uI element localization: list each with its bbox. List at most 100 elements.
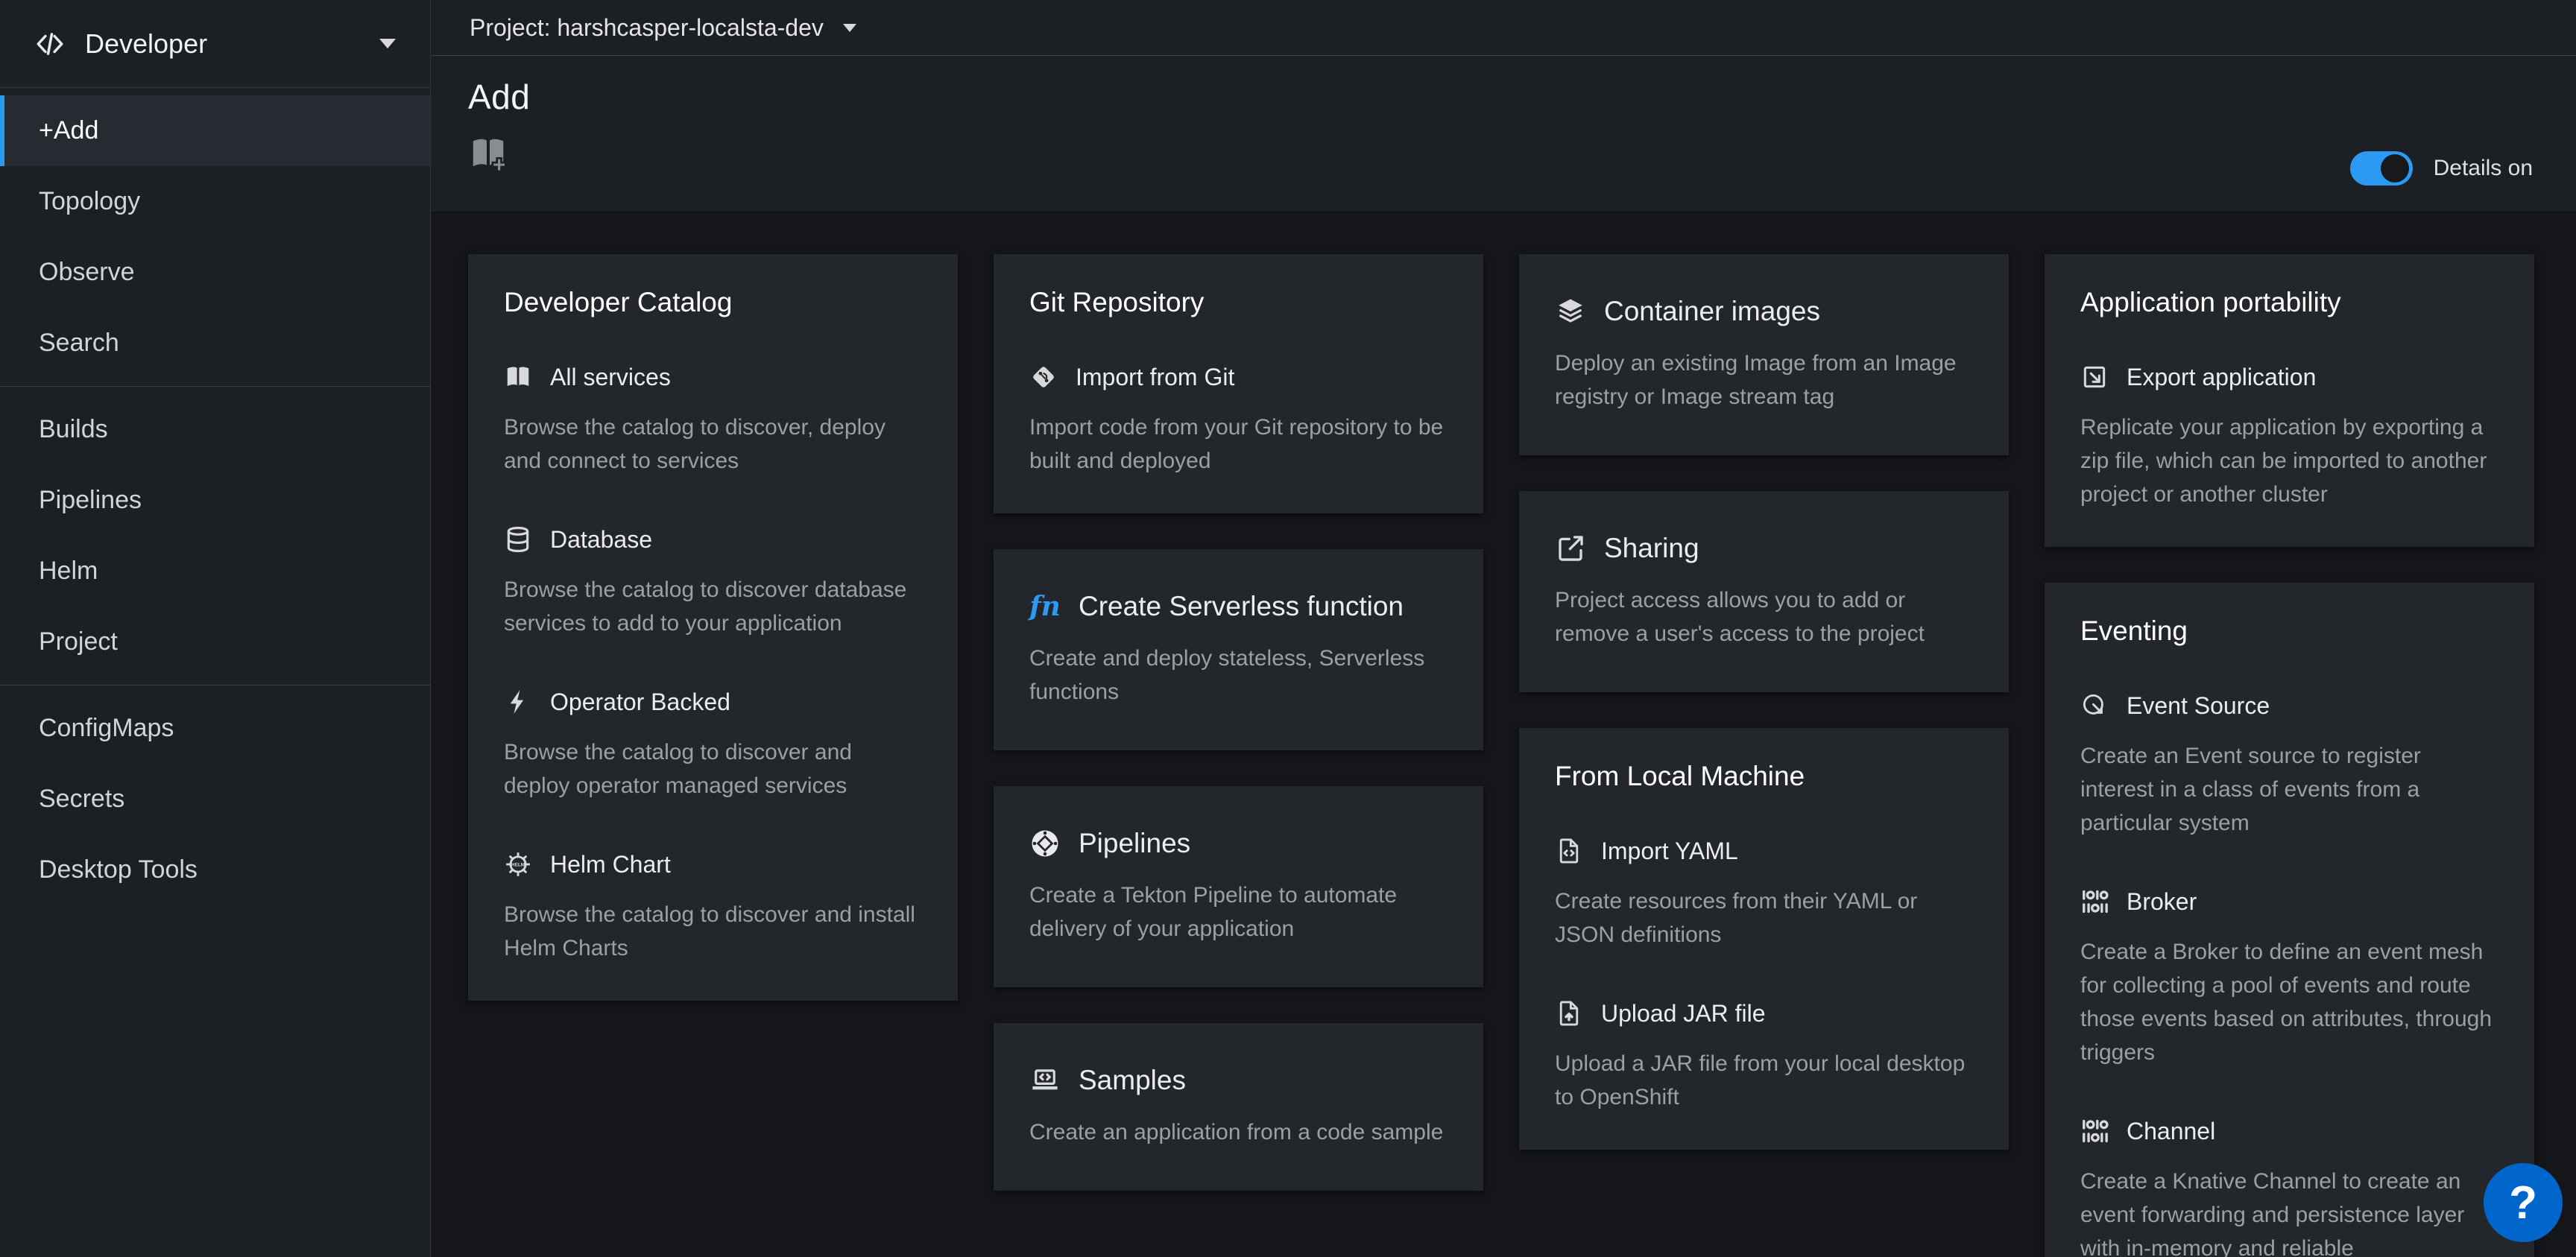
- action-event-source[interactable]: Event Source Create an Event source to r…: [2080, 691, 2498, 840]
- item-description: Replicate your application by exporting …: [2080, 411, 2498, 511]
- sidebar-item-pipelines[interactable]: Pipelines: [0, 465, 430, 536]
- action-database[interactable]: Database Browse the catalog to discover …: [504, 525, 922, 640]
- card-column-1: Developer Catalog All services Browse th…: [468, 254, 958, 1001]
- card-title: Application portability: [2080, 287, 2498, 318]
- action-helm-chart[interactable]: Helm Chart Browse the catalog to discove…: [504, 850, 922, 965]
- item-label: Samples: [1079, 1065, 1186, 1096]
- open-book-icon: [504, 363, 532, 391]
- sidebar-item-add[interactable]: +Add: [0, 95, 430, 166]
- item-description: Create and deploy stateless, Serverless …: [1029, 642, 1448, 709]
- tekton-pipelines-icon: [1029, 828, 1061, 859]
- sidebar-item-builds[interactable]: Builds: [0, 394, 430, 465]
- item-description: Create resources from their YAML or JSON…: [1555, 884, 1973, 952]
- item-label: Container images: [1604, 296, 1820, 327]
- action-container-images[interactable]: Container images Deploy an existing Imag…: [1555, 296, 1973, 414]
- help-button[interactable]: ?: [2484, 1163, 2563, 1242]
- export-application-icon: [2080, 363, 2109, 391]
- sidebar-item-label: Topology: [39, 187, 140, 216]
- sidebar-item-label: Project: [39, 627, 118, 656]
- item-description: Create a Tekton Pipeline to automate del…: [1029, 878, 1448, 946]
- perspective-label: Developer: [85, 28, 207, 60]
- action-import-from-git[interactable]: Import from Git Import code from your Gi…: [1029, 363, 1448, 478]
- item-label: Database: [550, 526, 652, 554]
- card-samples[interactable]: Samples Create an application from a cod…: [994, 1023, 1483, 1191]
- chevron-down-icon: [843, 24, 856, 32]
- git-icon: [1029, 363, 1058, 391]
- code-icon: [34, 28, 66, 60]
- bolt-icon: [504, 688, 532, 716]
- item-label: Create Serverless function: [1079, 591, 1404, 622]
- action-pipelines[interactable]: Pipelines Create a Tekton Pipeline to au…: [1029, 828, 1448, 946]
- item-label: Upload JAR file: [1601, 1000, 1766, 1028]
- action-export-application[interactable]: Export application Replicate your applic…: [2080, 363, 2498, 511]
- action-operator-backed[interactable]: Operator Backed Browse the catalog to di…: [504, 688, 922, 802]
- action-upload-jar-file[interactable]: Upload JAR file Upload a JAR file from y…: [1555, 999, 1973, 1114]
- action-all-services[interactable]: All services Browse the catalog to disco…: [504, 363, 922, 478]
- card-serverless-function[interactable]: fnCreate Serverless function Create and …: [994, 549, 1483, 750]
- card-application-portability: Application portability Export applicati…: [2045, 254, 2534, 547]
- card-title: From Local Machine: [1555, 761, 1973, 792]
- database-icon: [504, 525, 532, 554]
- page-title: Add: [468, 77, 2534, 117]
- details-toggle[interactable]: [2350, 151, 2413, 186]
- sidebar-item-secrets[interactable]: Secrets: [0, 764, 430, 835]
- item-description: Browse the catalog to discover and deplo…: [504, 735, 922, 802]
- card-developer-catalog: Developer Catalog All services Browse th…: [468, 254, 958, 1001]
- project-selector[interactable]: Project: harshcasper-localsta-dev: [470, 14, 856, 42]
- share-square-icon: [1555, 533, 1586, 564]
- item-label: Operator Backed: [550, 688, 730, 716]
- main-area: Project: harshcasper-localsta-dev Add De…: [431, 0, 2576, 1257]
- item-label: Broker: [2127, 888, 2197, 916]
- toggle-knob: [2381, 154, 2409, 183]
- sidebar-item-label: Builds: [39, 415, 108, 444]
- sidebar-item-topology[interactable]: Topology: [0, 166, 430, 237]
- sidebar-item-label: Pipelines: [39, 486, 142, 515]
- item-description: Create a Broker to define an event mesh …: [2080, 935, 2498, 1069]
- item-label: Sharing: [1604, 533, 1699, 564]
- item-label: Helm Chart: [550, 851, 671, 878]
- item-description: Create an application from a code sample: [1029, 1115, 1448, 1149]
- sidebar-item-project[interactable]: Project: [0, 607, 430, 677]
- laptop-code-icon: [1029, 1065, 1061, 1096]
- item-description: Deploy an existing Image from an Image r…: [1555, 346, 1973, 414]
- console-app: Developer +Add Topology Observe Search B…: [0, 0, 2576, 1257]
- item-description: Browse the catalog to discover and insta…: [504, 898, 922, 965]
- file-code-icon: [1555, 837, 1583, 865]
- sidebar-item-label: ConfigMaps: [39, 714, 174, 743]
- item-description: Import code from your Git repository to …: [1029, 411, 1448, 478]
- sidebar-item-desktop-tools[interactable]: Desktop Tools: [0, 835, 430, 905]
- sidebar-item-label: Helm: [39, 557, 98, 586]
- add-page-content: Developer Catalog All services Browse th…: [431, 212, 2576, 1257]
- page-header: Add Details on: [431, 56, 2576, 212]
- card-git-repository: Git Repository Import from Git Import co…: [994, 254, 1483, 513]
- action-sharing[interactable]: Sharing Project access allows you to add…: [1555, 533, 1973, 650]
- sidebar-item-search[interactable]: Search: [0, 308, 430, 379]
- sidebar-item-label: +Add: [39, 116, 98, 145]
- sidebar-item-label: Search: [39, 329, 119, 358]
- sidebar-item-helm[interactable]: Helm: [0, 536, 430, 607]
- sidebar-item-configmaps[interactable]: ConfigMaps: [0, 693, 430, 764]
- card-title: Eventing: [2080, 615, 2498, 647]
- action-channel[interactable]: Channel Create a Knative Channel to crea…: [2080, 1117, 2498, 1257]
- card-eventing: Eventing Event Source Create an Event so…: [2045, 583, 2534, 1257]
- perspective-switcher[interactable]: Developer: [0, 0, 430, 88]
- sidebar-item-observe[interactable]: Observe: [0, 237, 430, 308]
- action-broker[interactable]: Broker Create a Broker to define an even…: [2080, 887, 2498, 1069]
- item-description: Project access allows you to add or remo…: [1555, 583, 1973, 650]
- card-sharing[interactable]: Sharing Project access allows you to add…: [1519, 491, 2009, 692]
- item-label: Channel: [2127, 1118, 2215, 1145]
- card-pipelines[interactable]: Pipelines Create a Tekton Pipeline to au…: [994, 786, 1483, 987]
- action-samples[interactable]: Samples Create an application from a cod…: [1029, 1065, 1448, 1149]
- sidebar-item-label: Observe: [39, 258, 135, 287]
- details-toggle-label: Details on: [2434, 156, 2533, 181]
- item-label: Import from Git: [1076, 364, 1234, 391]
- question-mark-icon: ?: [2509, 1177, 2537, 1229]
- card-column-4: Application portability Export applicati…: [2045, 254, 2534, 1257]
- action-create-serverless-function[interactable]: fnCreate Serverless function Create and …: [1029, 591, 1448, 709]
- card-column-2: Git Repository Import from Git Import co…: [994, 254, 1483, 1191]
- action-import-yaml[interactable]: Import YAML Create resources from their …: [1555, 837, 1973, 952]
- item-label: Pipelines: [1079, 828, 1190, 859]
- card-column-3: Container images Deploy an existing Imag…: [1519, 254, 2009, 1150]
- card-container-images[interactable]: Container images Deploy an existing Imag…: [1519, 254, 2009, 455]
- details-toggle-group: Details on: [2350, 151, 2533, 186]
